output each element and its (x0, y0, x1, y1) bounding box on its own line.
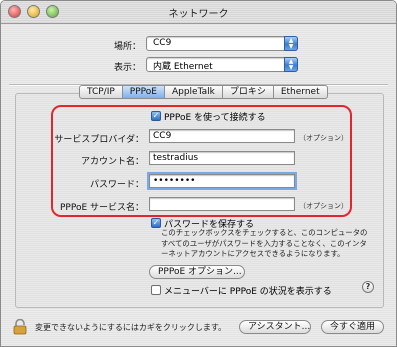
tab-appletalk[interactable]: AppleTalk (164, 85, 223, 99)
location-label: 場所： (113, 42, 141, 52)
popup-arrows-icon: ▲ ▼ (284, 36, 298, 51)
account-value: testradius (153, 153, 199, 163)
location-popup[interactable]: CC9 ▲ ▼ (146, 36, 298, 51)
save-password-checkbox[interactable]: ✓ (151, 218, 161, 228)
tab-pppoe[interactable]: PPPoE (122, 85, 165, 99)
network-window: ネットワーク 場所： CC9 ▲ ▼ 表示： 内蔵 Ethernet ▲ ▼ TCP… (0, 0, 397, 347)
service-optional-note: （オプション） (299, 202, 348, 210)
tab-tcpip[interactable]: TCP/IP (79, 85, 123, 99)
save-password-description: このチェックボックスをチェックすると、このコンピュータのすべてのユーザがパスワー… (161, 228, 368, 259)
window-title: ネットワーク (168, 9, 229, 20)
provider-field[interactable]: CC9 (149, 129, 295, 143)
use-pppoe-label: PPPoE を使って接続する (164, 113, 266, 123)
service-name-label: PPPoE サービス名： (59, 203, 144, 213)
password-field[interactable]: •••••••• (147, 172, 297, 190)
provider-label: サービスプロバイダ： (54, 135, 144, 145)
tab-bar: TCP/IP PPPoE AppleTalk プロキシ Ethernet (79, 85, 328, 99)
show-popup[interactable]: 内蔵 Ethernet ▲ ▼ (146, 57, 298, 72)
tab-proxy[interactable]: プロキシ (222, 85, 274, 99)
provider-optional-note: （オプション） (299, 134, 348, 142)
assistant-button[interactable]: アシスタント... (239, 320, 311, 334)
lock-icon[interactable] (13, 319, 27, 335)
tab-ethernet[interactable]: Ethernet (273, 85, 328, 99)
location-value: CC9 (153, 38, 172, 48)
password-value: •••••••• (153, 176, 196, 186)
help-button[interactable]: ? (362, 281, 374, 293)
title-bar: ネットワーク (1, 1, 396, 24)
service-name-field[interactable] (149, 197, 295, 211)
show-menubar-checkbox[interactable] (151, 285, 161, 295)
pppoe-options-button[interactable]: PPPoE オプション... (149, 265, 245, 279)
show-label: 表示： (113, 63, 141, 73)
account-label: アカウント名： (80, 157, 144, 167)
show-menubar-label: メニューバーに PPPoE の状況を表示する (164, 287, 332, 297)
account-field[interactable]: testradius (149, 151, 295, 165)
apply-now-button[interactable]: 今すぐ適用 (321, 320, 384, 334)
show-value: 内蔵 Ethernet (153, 62, 213, 72)
provider-value: CC9 (153, 131, 172, 141)
password-label: パスワード： (89, 180, 144, 190)
lock-text: 変更できないようにするにはカギをクリックします。 (35, 323, 227, 332)
use-pppoe-checkbox[interactable]: ✓ (151, 111, 161, 121)
popup-arrows-icon: ▲ ▼ (284, 57, 298, 72)
